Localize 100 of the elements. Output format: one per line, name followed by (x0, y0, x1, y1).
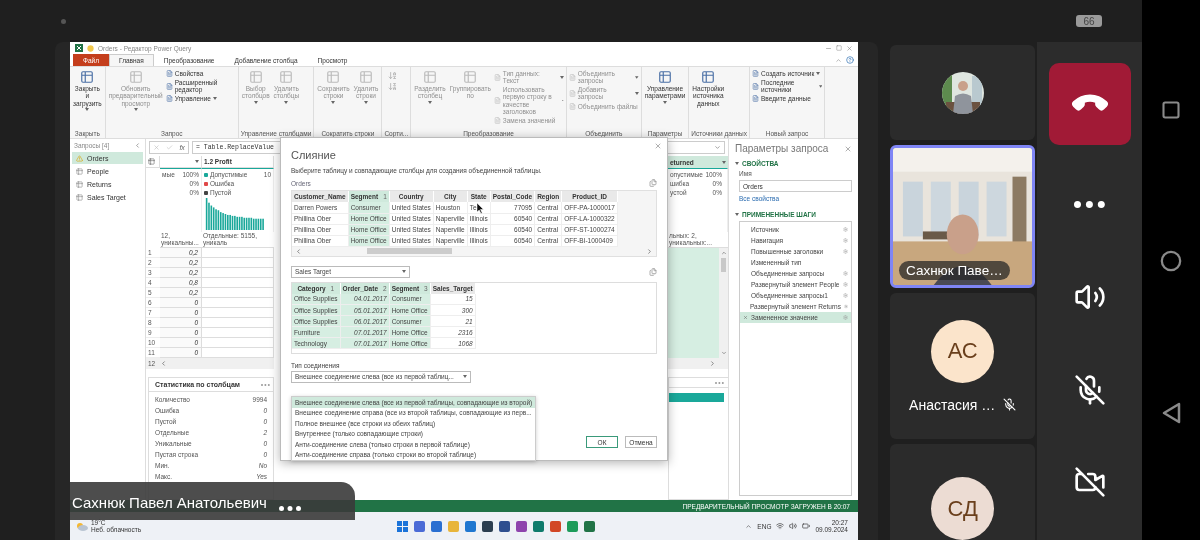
windows-icon[interactable] (396, 520, 408, 532)
sort-ascending-icon[interactable] (388, 71, 398, 80)
more-icon[interactable] (278, 506, 301, 511)
caret-icon (663, 100, 668, 104)
participant-tile[interactable]: АС Анастасия … (890, 293, 1036, 439)
document-icon (165, 95, 173, 103)
check-icon[interactable] (166, 144, 174, 151)
document-icon[interactable] (649, 179, 657, 187)
column-header[interactable] (160, 156, 202, 168)
triangle-icon[interactable] (1161, 402, 1181, 424)
table-icon (422, 70, 437, 84)
document-icon (568, 89, 576, 97)
avatar: СД (931, 477, 995, 540)
battery-icon[interactable] (802, 522, 811, 530)
caret-icon (212, 97, 217, 101)
collapse-icon[interactable] (134, 142, 141, 149)
presenter-name: Сахнюк Павел Анатольевич (72, 494, 267, 511)
wifi-icon[interactable] (776, 522, 785, 530)
caret-icon (331, 100, 336, 104)
speaker-icon[interactable] (789, 522, 798, 530)
caret-icon (635, 75, 639, 79)
delete-icon[interactable] (743, 315, 748, 320)
caret-icon (427, 100, 432, 104)
dialog-title: Слияние (291, 149, 337, 161)
caret-icon (253, 100, 258, 104)
scroll-thumb[interactable] (721, 258, 726, 272)
camera-dot (61, 18, 66, 24)
app-icon[interactable] (413, 520, 425, 532)
caret-icon (735, 162, 739, 165)
scrollbar[interactable] (719, 248, 728, 358)
app-icon[interactable] (583, 520, 595, 532)
hang-up-button[interactable] (1048, 63, 1131, 145)
caret-icon (735, 213, 739, 216)
more-icon[interactable] (1074, 200, 1106, 208)
app-icon[interactable] (481, 520, 493, 532)
document-icon (752, 95, 760, 103)
caret-icon (284, 100, 289, 104)
app-icon[interactable] (532, 520, 544, 532)
battery-level: 66 (1076, 15, 1102, 27)
camera-off-icon (1073, 466, 1106, 499)
gear-icon[interactable] (843, 271, 848, 276)
sort-descending-icon[interactable] (388, 82, 398, 91)
expand-icon[interactable] (714, 144, 721, 151)
participant-tile[interactable] (890, 45, 1036, 140)
document-icon (493, 97, 501, 105)
table-menu-icon[interactable] (146, 156, 160, 168)
table-icon (359, 70, 373, 84)
gear-icon[interactable] (843, 282, 848, 287)
circle-icon[interactable] (1160, 250, 1182, 272)
app-icon[interactable] (498, 520, 510, 532)
gear-icon[interactable] (843, 315, 848, 320)
gear-icon[interactable] (843, 238, 848, 243)
caret-icon (559, 75, 564, 79)
close-icon[interactable] (654, 142, 662, 150)
maximize-icon[interactable] (836, 45, 842, 51)
gear-icon[interactable] (843, 249, 848, 254)
caret-icon (133, 107, 138, 111)
scroll-up-icon[interactable] (720, 250, 727, 256)
mic-off-icon (1073, 373, 1106, 406)
caret-icon (364, 100, 368, 104)
gear-icon[interactable] (843, 293, 848, 298)
app-icon[interactable] (515, 520, 527, 532)
table-icon (248, 70, 263, 84)
caret-icon (195, 160, 199, 163)
close-icon[interactable] (844, 144, 852, 153)
scroll-left-icon[interactable] (160, 360, 167, 367)
document-icon[interactable] (649, 267, 657, 276)
app-icon[interactable] (430, 520, 442, 532)
scroll-right-icon[interactable] (709, 360, 716, 367)
document-icon (165, 82, 173, 90)
close-icon[interactable] (846, 44, 853, 52)
scroll-thumb[interactable] (367, 248, 452, 254)
participant-tile[interactable]: СД (890, 444, 1036, 540)
square-icon[interactable] (1161, 100, 1181, 120)
cancel-icon[interactable] (153, 144, 161, 151)
caret-icon (634, 91, 639, 95)
document-icon (752, 82, 760, 90)
document-icon (493, 73, 501, 81)
table-icon (326, 70, 341, 84)
gear-icon[interactable] (843, 227, 848, 232)
distribution-bar (669, 393, 724, 402)
caret-icon (816, 72, 821, 76)
table-icon (658, 70, 673, 84)
collapse-icon[interactable] (835, 56, 842, 64)
table-icon (80, 70, 95, 84)
help-icon[interactable] (846, 56, 854, 64)
tray-icon[interactable] (745, 522, 753, 530)
caret-icon (402, 270, 406, 273)
scroll-right-icon[interactable] (646, 247, 653, 255)
document-icon (568, 102, 576, 110)
cursor-icon (476, 203, 484, 214)
scroll-down-icon[interactable] (720, 350, 727, 356)
scroll-left-icon[interactable] (295, 247, 302, 255)
document-icon (165, 70, 173, 78)
caret-icon (818, 84, 823, 88)
avatar: АС (931, 319, 995, 383)
caret-icon (722, 160, 726, 164)
pane-title: Параметры запроса (735, 143, 829, 154)
gear-icon[interactable] (844, 304, 848, 309)
participant-tile[interactable]: Сахнюк Паве… (890, 145, 1036, 288)
